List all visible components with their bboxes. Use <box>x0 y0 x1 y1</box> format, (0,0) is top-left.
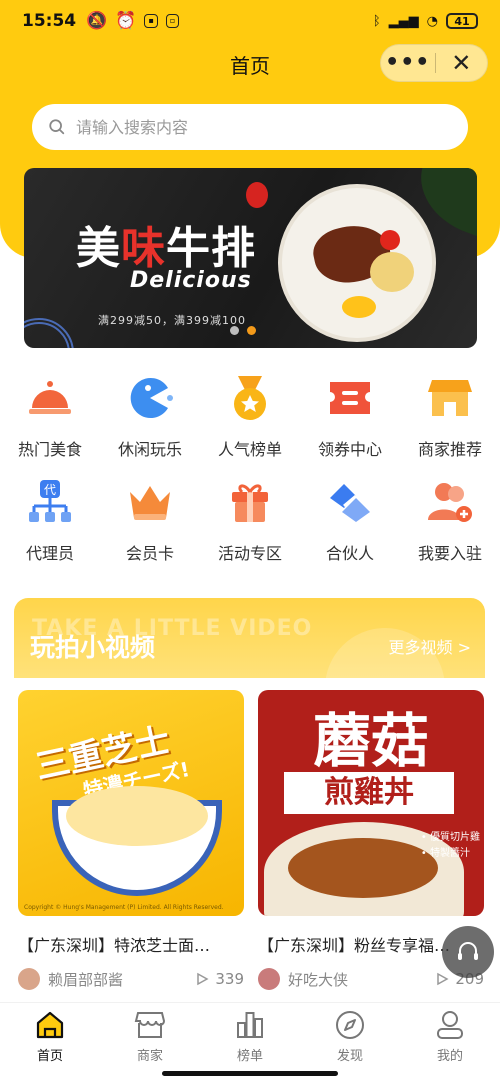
video-title[interactable]: 【广东深圳】特浓芝士面… <box>18 932 244 956</box>
cloche-icon <box>26 374 74 422</box>
customer-service-button[interactable] <box>442 926 494 978</box>
headset-icon <box>458 942 478 960</box>
org-chart-icon: 代 <box>26 478 74 526</box>
gift-icon <box>226 478 274 526</box>
category-hot-food[interactable]: 热门美食 <box>0 372 100 476</box>
pacman-icon <box>126 374 174 422</box>
video-meta: 赖眉部部酱 339 <box>18 968 244 990</box>
close-button[interactable]: ✕ <box>435 48 487 78</box>
bottom-tab-bar: 首页 商家 榜单 发现 我的 <box>0 1002 500 1072</box>
video-thumbnail[interactable]: 三重芝士 特濃チーズ! Copyright © Hung's Managemen… <box>18 690 244 916</box>
video-section-header: TAKE A LITTLE VIDEO 玩拍小视频 更多视频 > <box>14 598 485 678</box>
bluetooth-icon: ᛒ <box>372 13 381 29</box>
category-member-card[interactable]: 会员卡 <box>100 476 200 580</box>
banner-title: 美味牛排 <box>76 223 256 274</box>
ticket-icon <box>326 374 374 422</box>
carousel-indicator <box>230 326 256 335</box>
more-videos-link[interactable]: 更多视频 > <box>389 634 472 658</box>
video-thumbnail[interactable]: 蘑菇 煎雞丼 • 優質切片雞 • 特製醬汁 <box>258 690 484 916</box>
lemon-image <box>342 296 376 318</box>
svg-text:代: 代 <box>44 483 56 497</box>
category-leisure[interactable]: 休闲玩乐 <box>100 372 200 476</box>
search-bar[interactable] <box>32 104 468 150</box>
video-author: 好吃大侠 <box>288 970 349 989</box>
wifi-icon: ◔ <box>426 13 438 29</box>
category-merchants[interactable]: 商家推荐 <box>400 372 500 476</box>
store-icon <box>426 374 474 422</box>
video-author: 赖眉部部酱 <box>48 970 124 989</box>
avatar[interactable] <box>18 968 40 990</box>
crown-icon <box>126 478 174 526</box>
battery-icon: 41 <box>446 13 478 29</box>
home-indicator <box>162 1071 338 1076</box>
more-button[interactable]: ••• <box>381 48 435 78</box>
promo-banner[interactable]: 美味牛排 Delicious 满299减50，满399减100 <box>24 168 477 348</box>
status-time: 15:54 <box>22 11 77 31</box>
compass-icon <box>336 1011 364 1039</box>
tab-ranking[interactable]: 榜单 <box>200 1003 300 1072</box>
chicken-image <box>288 838 438 898</box>
title-bar: 首页 ••• ✕ <box>0 42 500 86</box>
user-icon <box>437 1011 463 1039</box>
banner-promo-text: 满299减50，满399减100 <box>98 314 246 327</box>
shop-icon <box>134 1012 166 1038</box>
handshake-icon <box>326 478 374 526</box>
notification-icon: ▫ <box>165 14 180 28</box>
category-agent[interactable]: 代 代理员 <box>0 476 100 580</box>
category-partner[interactable]: 合伙人 <box>300 476 400 580</box>
category-events[interactable]: 活动专区 <box>200 476 300 580</box>
search-icon <box>49 119 65 135</box>
status-bar: 15:54 🔕 ⏰ ▪ ▫ ᛒ ▂▄▆ ◔ 41 <box>0 0 500 42</box>
avatar[interactable] <box>258 968 280 990</box>
search-input[interactable] <box>76 117 436 137</box>
notification-icon: ▪ <box>144 14 158 28</box>
tab-me[interactable]: 我的 <box>400 1003 500 1072</box>
play-count: 339 <box>215 970 244 988</box>
signal-icon: ▂▄▆ <box>388 13 419 29</box>
play-icon <box>197 972 209 986</box>
category-coupons[interactable]: 领券中心 <box>300 372 400 476</box>
carousel-dot[interactable] <box>230 326 239 335</box>
add-user-icon <box>426 478 474 526</box>
bar-chart-icon <box>237 1012 263 1038</box>
cheese-image <box>66 786 208 846</box>
pasta-image <box>370 252 414 292</box>
medal-icon <box>226 374 274 422</box>
play-icon <box>437 972 449 986</box>
miniprogram-capsule: ••• ✕ <box>380 44 488 82</box>
category-join[interactable]: 我要入驻 <box>400 476 500 580</box>
tab-shop[interactable]: 商家 <box>100 1003 200 1072</box>
banner-subtitle: Delicious <box>130 268 252 293</box>
tab-home[interactable]: 首页 <box>0 1003 100 1072</box>
video-card[interactable]: 三重芝士 特濃チーズ! Copyright © Hung's Managemen… <box>18 690 244 990</box>
decorative-pattern <box>24 318 74 348</box>
tomato-image <box>380 230 400 250</box>
alarm-icon: ⏰ <box>115 11 137 31</box>
category-ranking[interactable]: 人气榜单 <box>200 372 300 476</box>
pepper-decoration <box>246 182 268 208</box>
home-icon <box>36 1011 64 1039</box>
video-section-title: 玩拍小视频 <box>30 633 156 662</box>
category-grid: 热门美食 休闲玩乐 人气榜单 领券中心 商家推荐 代 代理员 会员卡 活动专区 … <box>0 372 500 580</box>
tab-discover[interactable]: 发现 <box>300 1003 400 1072</box>
mute-icon: 🔕 <box>86 11 108 31</box>
carousel-dot-active[interactable] <box>247 326 256 335</box>
